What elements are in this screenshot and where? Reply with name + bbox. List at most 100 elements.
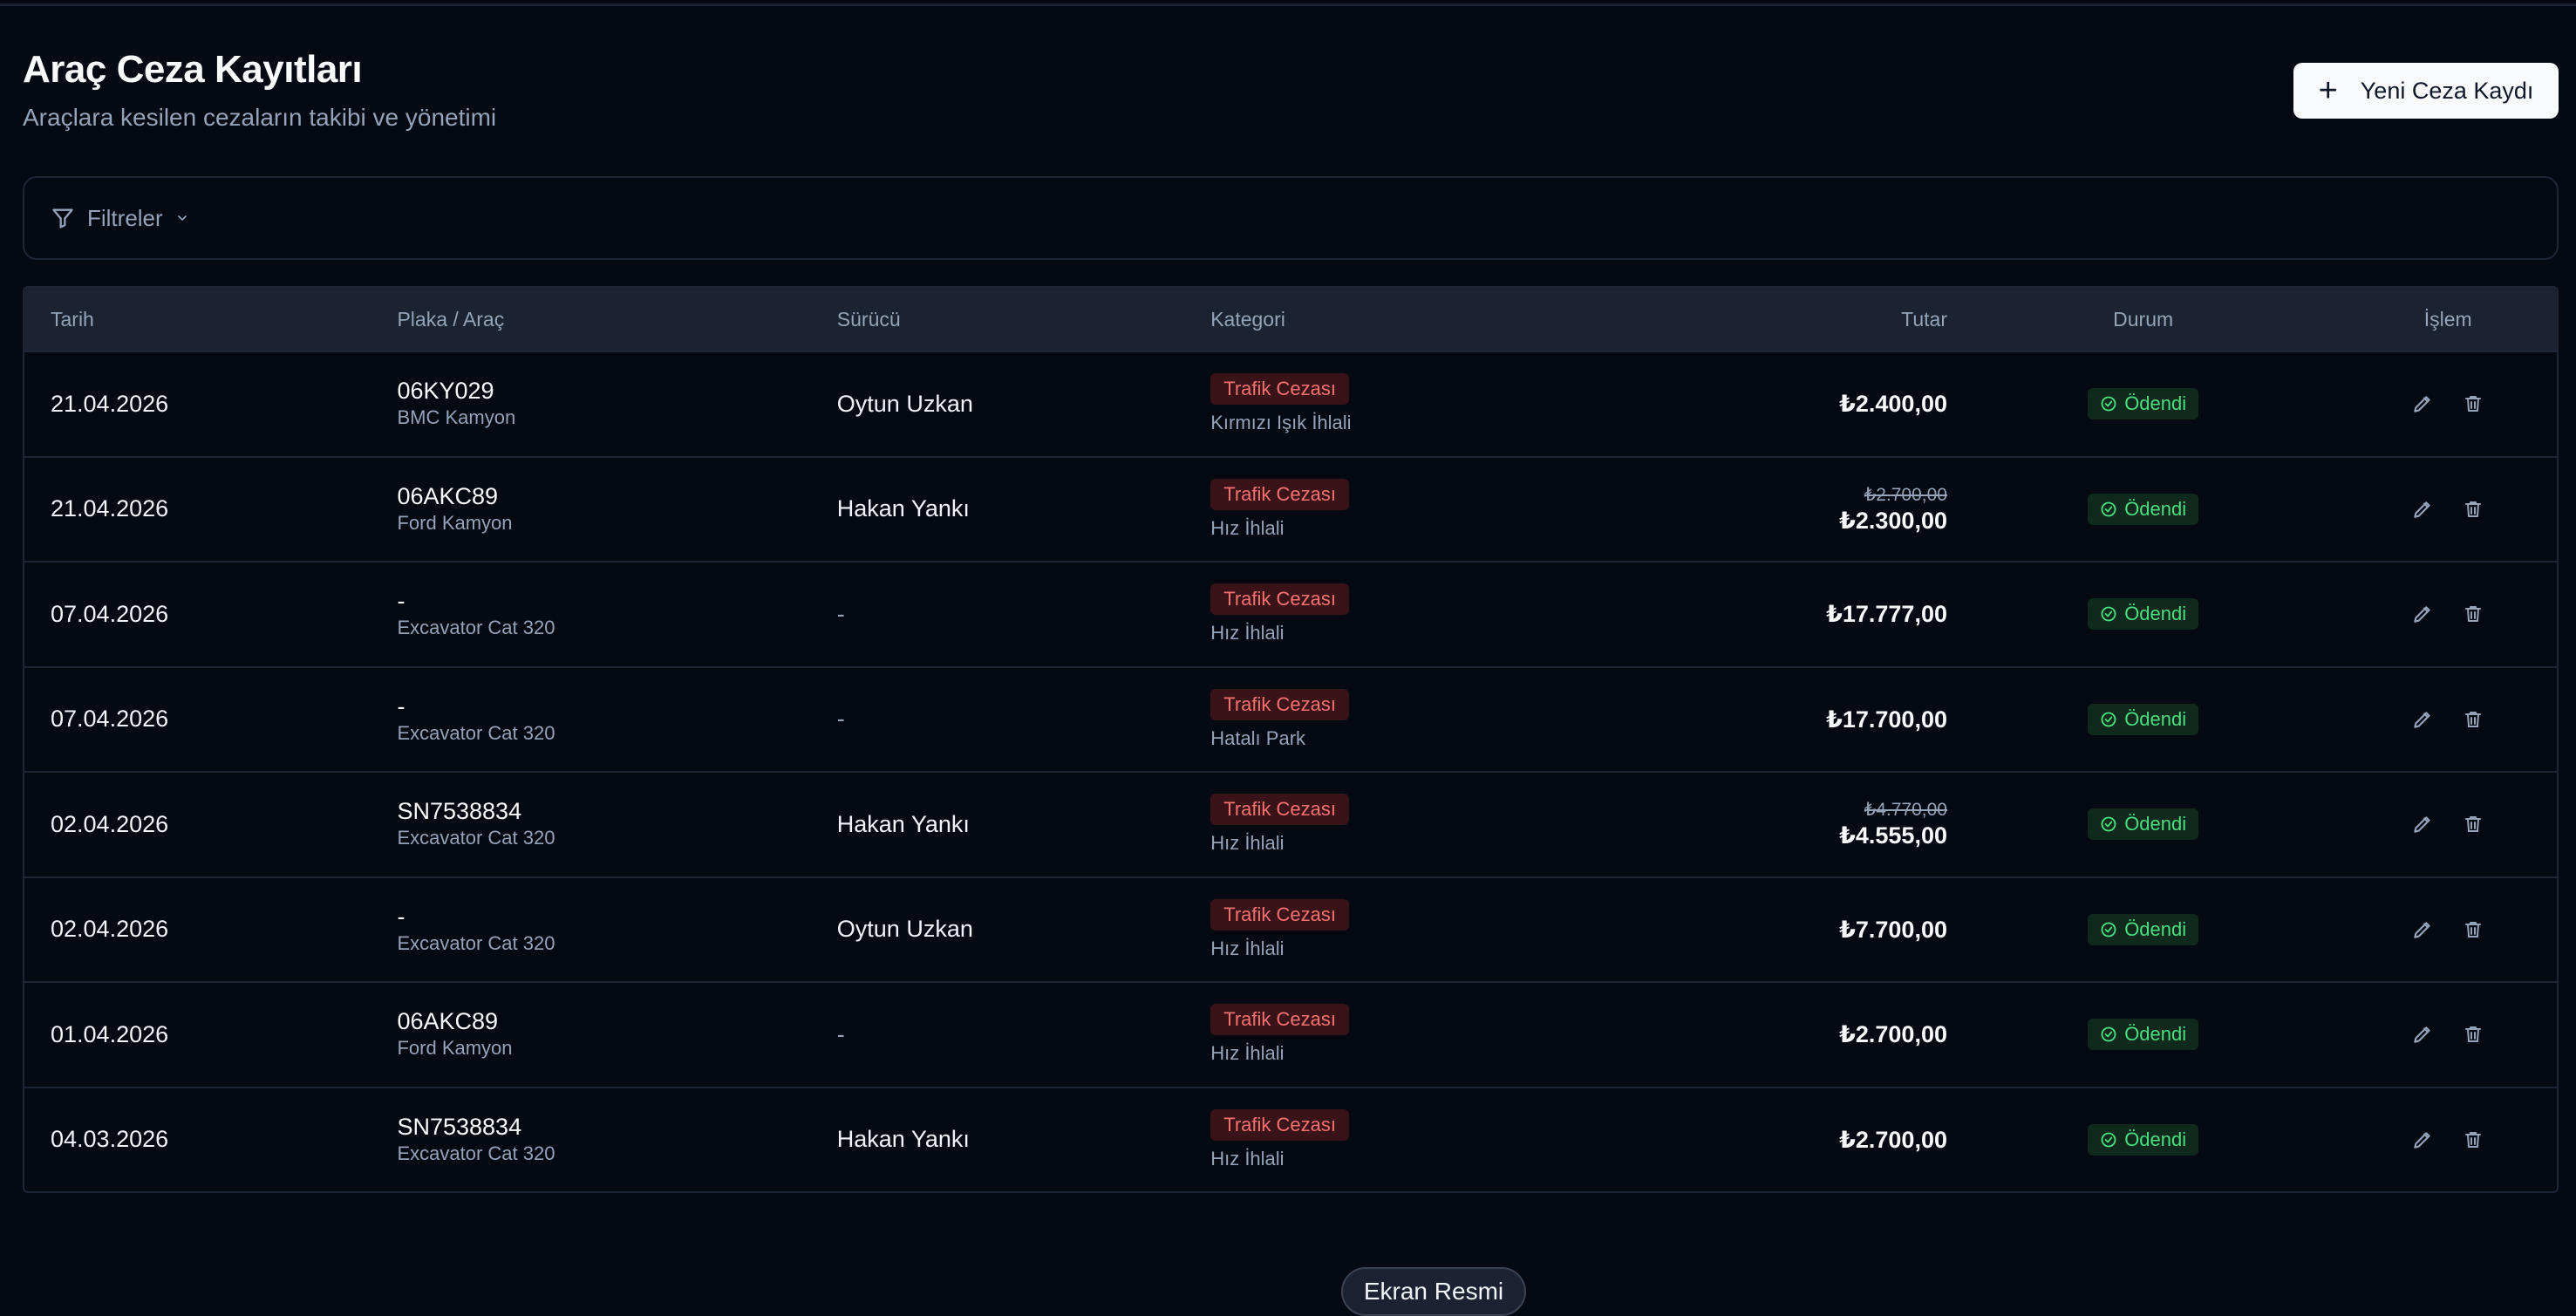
cell-actions bbox=[2339, 810, 2557, 838]
cell-plate: SN7538834 Excavator Cat 320 bbox=[371, 797, 810, 851]
table-row: 07.04.2026 - Excavator Cat 320 - Trafik … bbox=[24, 665, 2557, 772]
trash-icon[interactable] bbox=[2459, 706, 2487, 733]
cell-plate: - Excavator Cat 320 bbox=[371, 903, 810, 957]
new-fine-button[interactable]: + Yeni Ceza Kaydı bbox=[2293, 63, 2559, 119]
cell-driver: - bbox=[811, 601, 1184, 628]
page-title: Araç Ceza Kayıtları bbox=[23, 48, 363, 91]
trash-icon[interactable] bbox=[2459, 1126, 2487, 1154]
cell-driver: Hakan Yankı bbox=[811, 1126, 1184, 1153]
chevron-down-icon bbox=[177, 215, 187, 222]
category-badge: Trafik Cezası bbox=[1210, 373, 1349, 406]
original-amount: ₺2.700,00 bbox=[1864, 484, 1947, 505]
fines-table: Tarih Plaka / Araç Sürücü Kategori Tutar… bbox=[23, 286, 2559, 1193]
cell-actions bbox=[2339, 1020, 2557, 1048]
driver-name: - bbox=[836, 1020, 845, 1047]
amount: ₺2.700,00 bbox=[1839, 1126, 1947, 1153]
screenshot-button[interactable]: Ekran Resmi bbox=[1341, 1267, 1526, 1316]
trash-icon[interactable] bbox=[2459, 810, 2487, 838]
amount: ₺2.300,00 bbox=[1839, 507, 1947, 534]
filter-label: Filtreler bbox=[87, 204, 163, 231]
category-badge: Trafik Cezası bbox=[1210, 898, 1349, 931]
cell-category: Trafik Cezası Hız İhlali bbox=[1184, 898, 1532, 960]
status-label: Ödendi bbox=[2124, 392, 2187, 415]
status-badge: Ödendi bbox=[2088, 703, 2199, 735]
amount: ₺17.777,00 bbox=[1826, 601, 1947, 628]
driver-name: Hakan Yankı bbox=[836, 495, 970, 522]
cell-actions bbox=[2339, 600, 2557, 628]
category-badge: Trafik Cezası bbox=[1210, 478, 1349, 510]
category-badge: Trafik Cezası bbox=[1210, 1108, 1349, 1141]
vehicle-name: Excavator Cat 320 bbox=[397, 827, 555, 849]
driver-name: Oytun Uzkan bbox=[836, 390, 973, 417]
category-badge: Trafik Cezası bbox=[1210, 583, 1349, 616]
cell-actions bbox=[2339, 1126, 2557, 1154]
cell-date: 07.04.2026 bbox=[51, 706, 169, 733]
amount: ₺2.400,00 bbox=[1839, 391, 1947, 418]
check-circle-icon bbox=[2100, 815, 2117, 833]
cell-plate: - Excavator Cat 320 bbox=[371, 587, 810, 641]
category-badge: Trafik Cezası bbox=[1210, 794, 1349, 826]
status-label: Ödendi bbox=[2124, 603, 2187, 625]
vehicle-name: Excavator Cat 320 bbox=[397, 931, 555, 954]
trash-icon[interactable] bbox=[2459, 1020, 2487, 1048]
status-badge: Ödendi bbox=[2088, 1123, 2199, 1156]
vehicle-name: Ford Kamyon bbox=[397, 511, 513, 534]
cell-driver: Hakan Yankı bbox=[811, 811, 1184, 838]
cell-category: Trafik Cezası Hız İhlali bbox=[1184, 794, 1532, 855]
cell-driver: - bbox=[811, 1021, 1184, 1048]
driver-name: Hakan Yankı bbox=[836, 1126, 970, 1153]
cell-driver: - bbox=[811, 706, 1184, 733]
amount: ₺17.700,00 bbox=[1826, 706, 1947, 733]
column-header-driver: Sürücü bbox=[836, 307, 901, 331]
page-header: Araç Ceza Kayıtları Araçlara kesilen cez… bbox=[23, 44, 2559, 140]
pencil-icon[interactable] bbox=[2409, 810, 2436, 838]
cell-plate: - Excavator Cat 320 bbox=[371, 692, 810, 747]
filter-toggle[interactable]: Filtreler bbox=[51, 205, 189, 232]
cell-amount: ₺2.400,00 bbox=[1533, 390, 1947, 418]
driver-name: Oytun Uzkan bbox=[836, 916, 973, 943]
cell-driver: Oytun Uzkan bbox=[811, 916, 1184, 943]
cell-amount: ₺2.700,00 bbox=[1533, 1126, 1947, 1154]
filter-panel: Filtreler bbox=[23, 176, 2559, 260]
vehicle-name: BMC Kamyon bbox=[397, 406, 516, 429]
check-circle-icon bbox=[2100, 605, 2117, 623]
violation-reason: Hatalı Park bbox=[1210, 726, 1306, 749]
cell-status: Ödendi bbox=[1947, 1019, 2339, 1051]
trash-icon[interactable] bbox=[2459, 390, 2487, 418]
pencil-icon[interactable] bbox=[2409, 1126, 2436, 1154]
status-badge: Ödendi bbox=[2088, 493, 2199, 525]
cell-actions bbox=[2339, 495, 2557, 523]
table-body: 21.04.2026 06KY029 BMC Kamyon Oytun Uzka… bbox=[24, 351, 2557, 1191]
check-circle-icon bbox=[2100, 1131, 2117, 1149]
plate-number: 06AKC89 bbox=[397, 1008, 499, 1035]
page-subtitle: Araçlara kesilen cezaların takibi ve yön… bbox=[23, 104, 497, 131]
cell-date: 04.03.2026 bbox=[51, 1126, 169, 1153]
plate-number: SN7538834 bbox=[397, 1113, 522, 1140]
plus-icon: + bbox=[2318, 72, 2338, 109]
filter-funnel-icon bbox=[52, 208, 73, 228]
driver-name: - bbox=[836, 706, 845, 733]
pencil-icon[interactable] bbox=[2409, 495, 2436, 523]
cell-category: Trafik Cezası Kırmızı Işık İhlali bbox=[1184, 373, 1532, 434]
pencil-icon[interactable] bbox=[2409, 916, 2436, 944]
cell-status: Ödendi bbox=[1947, 1123, 2339, 1156]
cell-status: Ödendi bbox=[1947, 598, 2339, 631]
plate-number: - bbox=[397, 588, 405, 615]
pencil-icon[interactable] bbox=[2409, 600, 2436, 628]
category-badge: Trafik Cezası bbox=[1210, 1004, 1349, 1036]
trash-icon[interactable] bbox=[2459, 495, 2487, 523]
pencil-icon[interactable] bbox=[2409, 706, 2436, 733]
cell-date: 02.04.2026 bbox=[51, 810, 169, 837]
trash-icon[interactable] bbox=[2459, 600, 2487, 628]
pencil-icon[interactable] bbox=[2409, 390, 2436, 418]
violation-reason: Hız İhlali bbox=[1210, 832, 1285, 855]
vehicle-name: Excavator Cat 320 bbox=[397, 617, 555, 639]
cell-date: 07.04.2026 bbox=[51, 600, 169, 627]
driver-name: - bbox=[836, 600, 845, 627]
status-badge: Ödendi bbox=[2088, 1019, 2199, 1051]
pencil-icon[interactable] bbox=[2409, 1020, 2436, 1048]
status-label: Ödendi bbox=[2124, 1023, 2187, 1046]
top-divider bbox=[0, 0, 2576, 6]
trash-icon[interactable] bbox=[2459, 916, 2487, 944]
status-label: Ödendi bbox=[2124, 917, 2187, 940]
